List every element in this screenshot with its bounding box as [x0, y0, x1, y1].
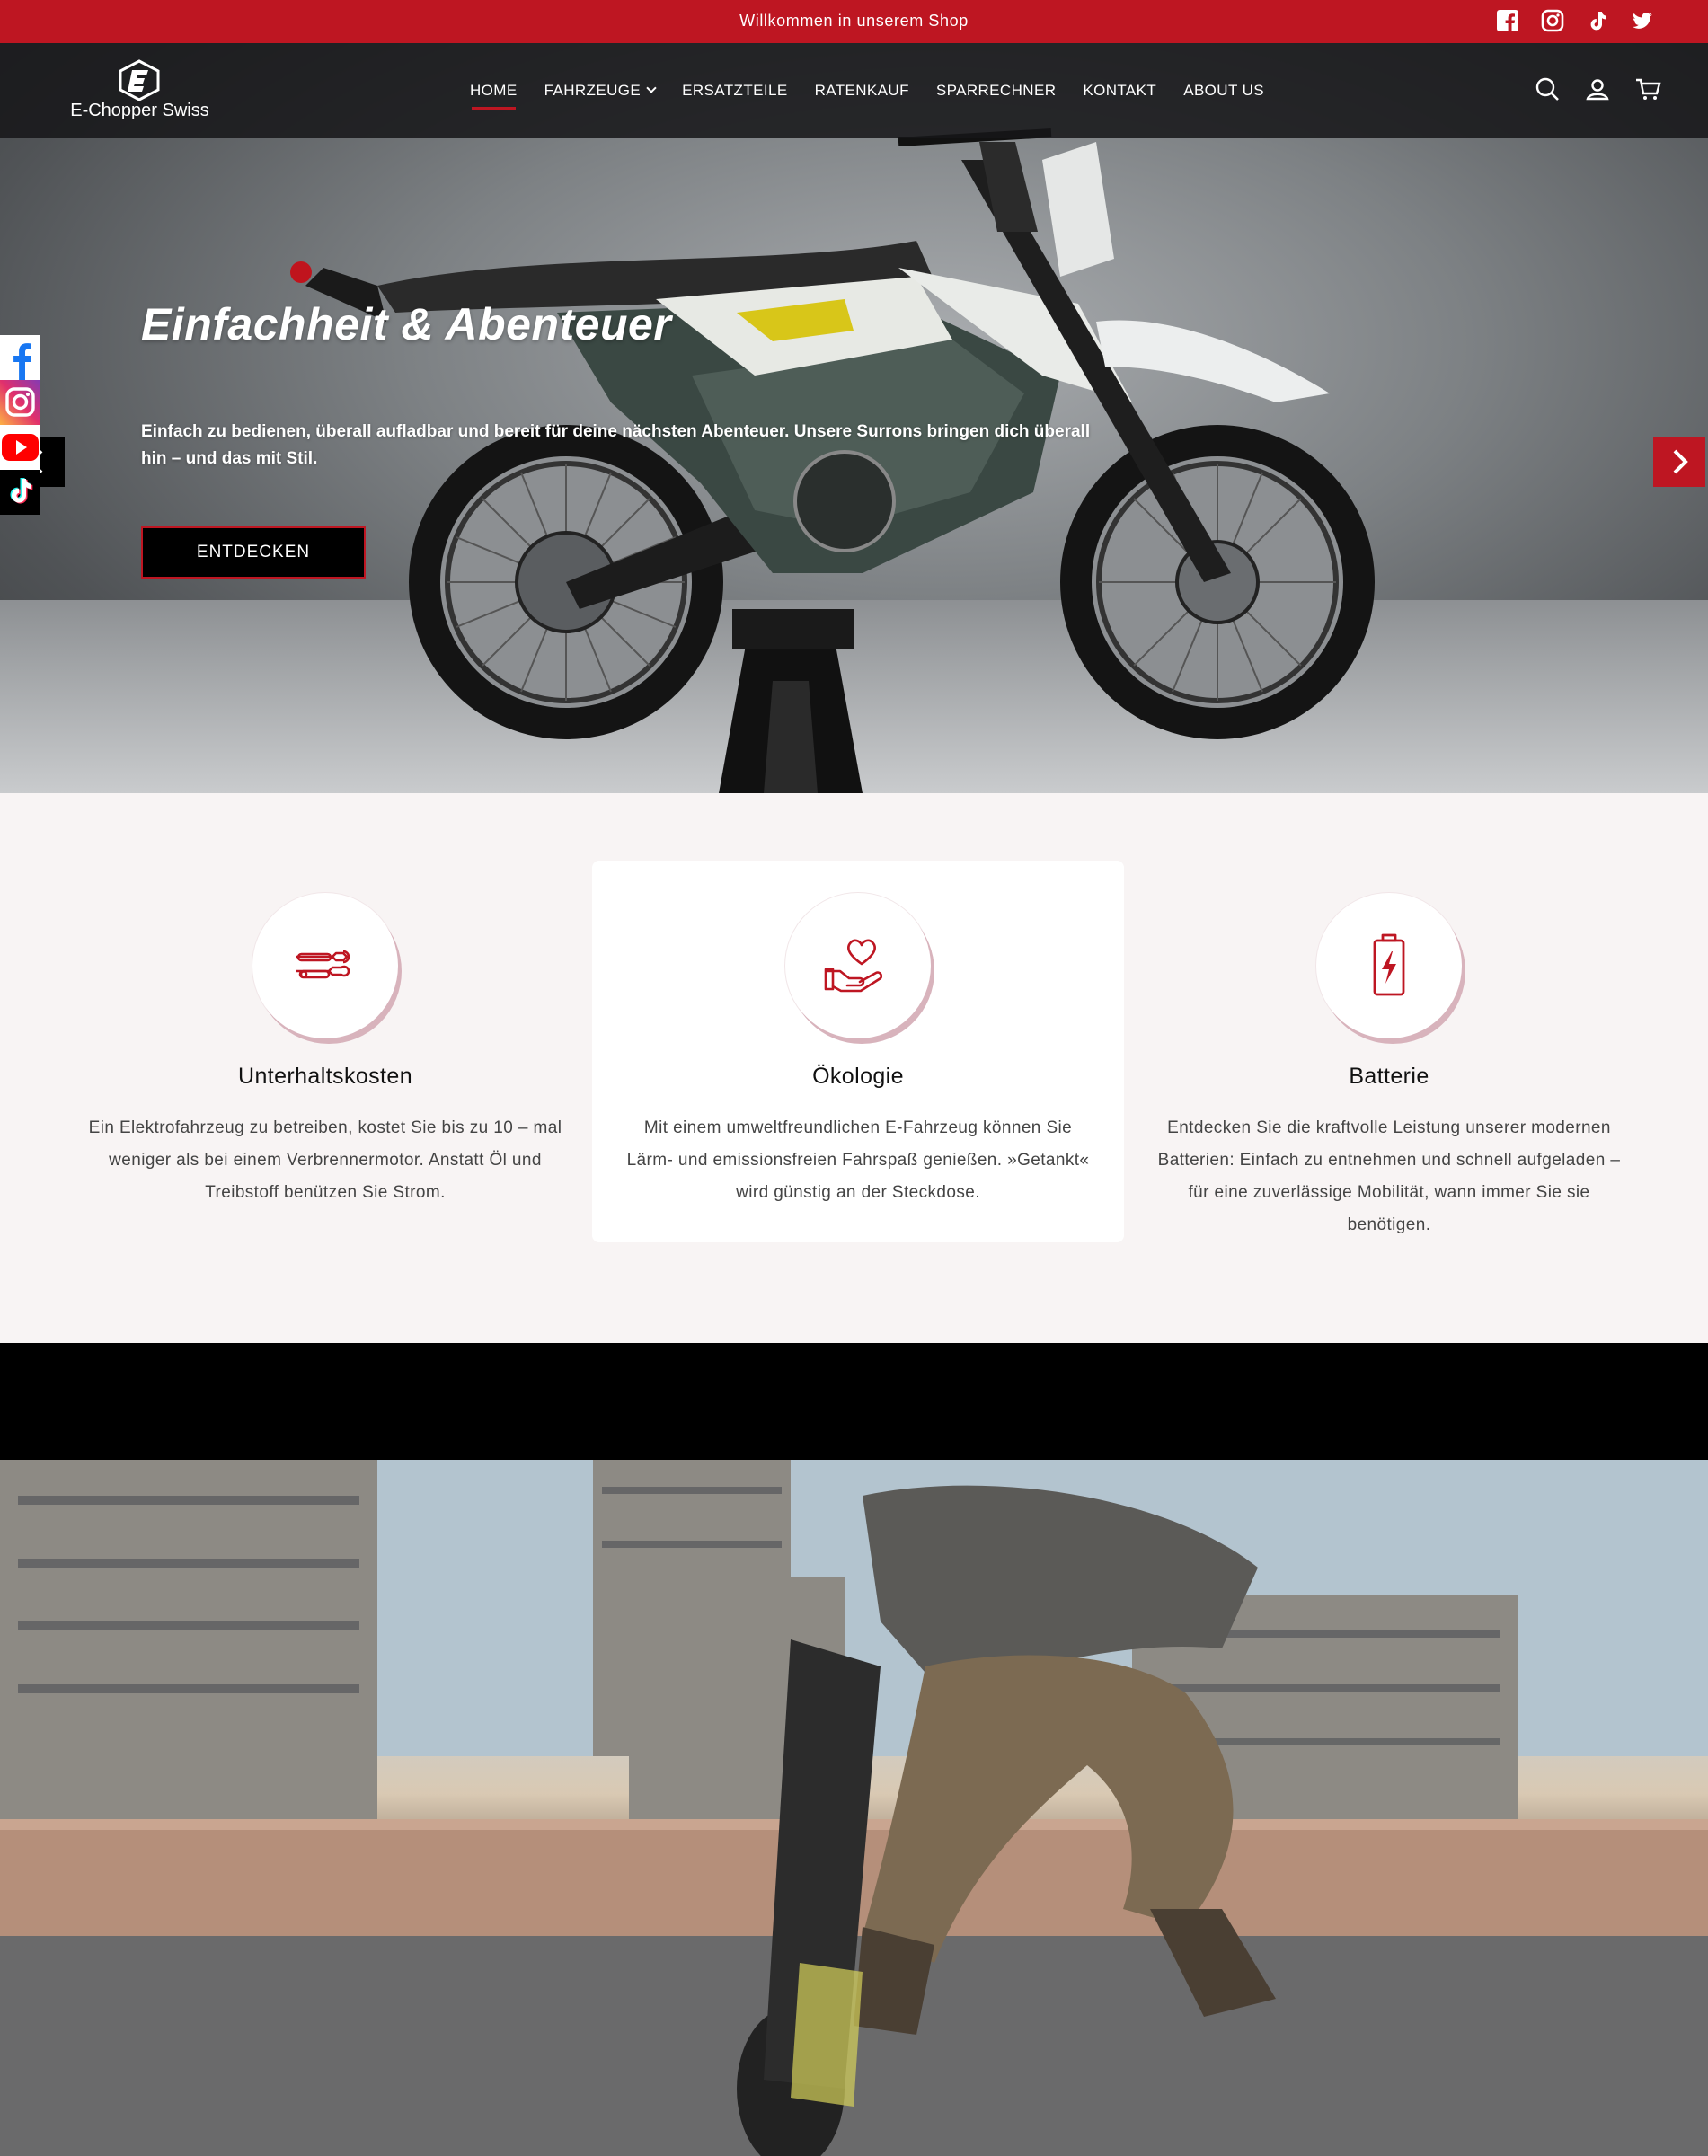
feature-text: Mit einem umweltfreundlichen E-Fahrzeug …: [626, 1118, 1090, 1202]
twitter-icon[interactable]: [1631, 9, 1654, 32]
nav-item-about-us[interactable]: ABOUT US: [1170, 43, 1278, 138]
facebook-icon[interactable]: [1496, 9, 1519, 32]
hero-cta-button[interactable]: ENTDECKEN: [141, 526, 366, 579]
cart-icon[interactable]: [1634, 75, 1661, 102]
nav-item-label: FAHRZEUGE: [544, 82, 642, 99]
chevron-right-icon: [1673, 449, 1688, 474]
video-section: [0, 1460, 1708, 2156]
tiktok-icon[interactable]: [0, 470, 40, 515]
main-nav: HOME FAHRZEUGE ERSATZTEILE RATENKAUF SPA…: [456, 43, 1278, 138]
feature-card: Ökologie Mit einem umweltfreundlichen E-…: [592, 861, 1124, 1242]
feature-icon-circle: [785, 893, 931, 1038]
feature-card: Batterie Entdecken Sie die kraftvolle Le…: [1123, 861, 1655, 1242]
feature-text: Ein Elektrofahrzeug zu betreiben, kostet…: [88, 1118, 562, 1202]
feature-text: Entdecken Sie die kraftvolle Leistung un…: [1157, 1118, 1621, 1234]
youtube-icon[interactable]: [0, 425, 40, 470]
nav-item-ratenkauf[interactable]: RATENKAUF: [801, 43, 923, 138]
hero-slider: Einfachheit & Abenteuer Einfach zu bedie…: [0, 43, 1708, 793]
announcement-social-links: [1496, 9, 1654, 32]
instagram-icon[interactable]: [1541, 9, 1564, 32]
feature-card: Unterhaltskosten Ein Elektrofahrzeug zu …: [59, 861, 591, 1242]
slider-next-button[interactable]: [1653, 437, 1705, 487]
feature-icon-circle: [252, 893, 398, 1038]
section-divider: [0, 1343, 1708, 1460]
feature-title: Ökologie: [812, 1064, 904, 1089]
feature-icon-circle: [1316, 893, 1462, 1038]
logo-mark-icon: [119, 59, 160, 101]
heart-hand-icon: [824, 939, 883, 993]
nav-item-ersatzteile[interactable]: ERSATZTEILE: [668, 43, 801, 138]
chevron-down-icon: [646, 83, 657, 93]
hero-title: Einfachheit & Abenteuer: [141, 299, 672, 349]
announcement-text: Willkommen in unserem Shop: [739, 12, 969, 30]
search-icon[interactable]: [1534, 75, 1561, 102]
feature-title: Batterie: [1349, 1064, 1429, 1089]
battery-icon: [1373, 933, 1405, 996]
facebook-icon[interactable]: [0, 335, 40, 380]
nav-item-kontakt[interactable]: KONTAKT: [1069, 43, 1170, 138]
hero-subtitle: Einfach zu bedienen, überall aufladbar u…: [141, 422, 1091, 468]
site-logo[interactable]: E-Chopper Swiss: [70, 59, 214, 124]
features-section: Unterhaltskosten Ein Elektrofahrzeug zu …: [0, 793, 1708, 1343]
floating-social-bar: [0, 335, 40, 515]
announcement-bar: Willkommen in unserem Shop: [0, 0, 1708, 43]
site-header: E-Chopper Swiss HOME FAHRZEUGE ERSATZTEI…: [0, 43, 1708, 138]
wrench-icon: [296, 950, 350, 979]
header-actions: [1534, 75, 1661, 102]
stunt-rider-image: [0, 1460, 1708, 2156]
nav-item-fahrzeuge[interactable]: FAHRZEUGE: [531, 43, 669, 138]
feature-title: Unterhaltskosten: [238, 1064, 412, 1089]
tiktok-icon[interactable]: [1586, 9, 1609, 32]
nav-item-home[interactable]: HOME: [456, 43, 531, 138]
instagram-icon[interactable]: [0, 380, 40, 425]
nav-item-sparrechner[interactable]: SPARRECHNER: [923, 43, 1070, 138]
logo-text: E-Chopper Swiss: [70, 101, 209, 120]
account-icon[interactable]: [1584, 75, 1611, 102]
